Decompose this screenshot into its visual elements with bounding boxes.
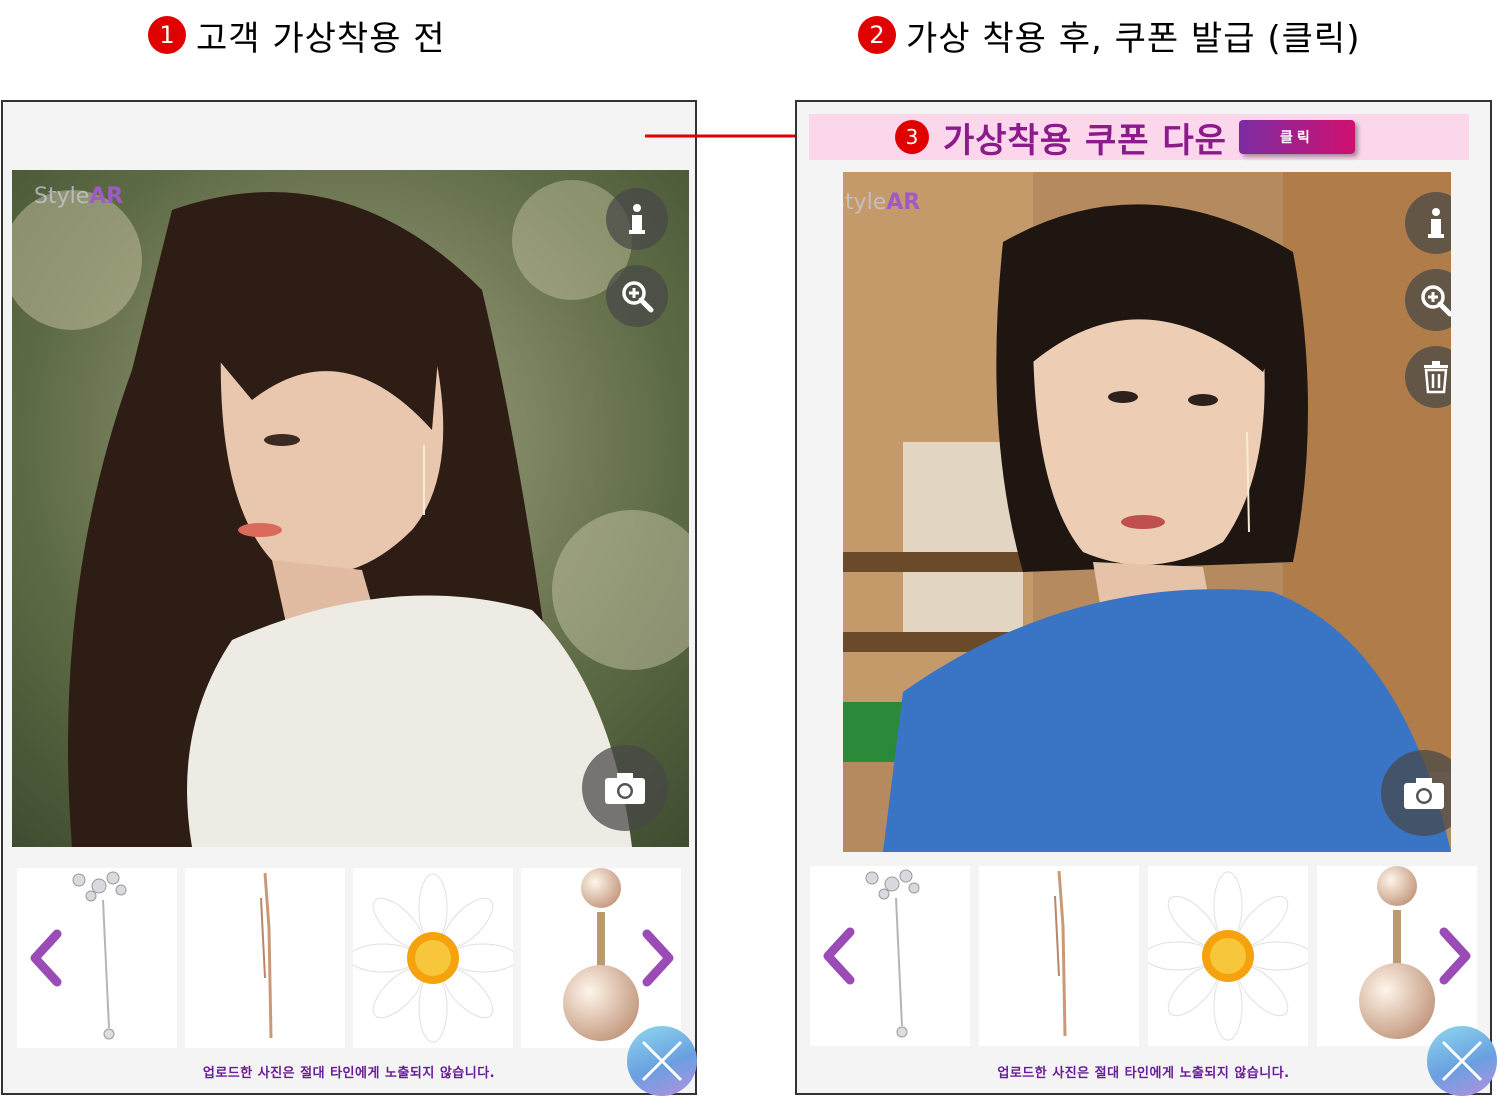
heading-before: 1 고객 가상착용 전 <box>148 12 446 59</box>
chevron-right-icon <box>642 929 674 987</box>
earring-carousel <box>810 866 1477 1046</box>
carousel-prev-button[interactable] <box>818 926 858 986</box>
zoom-in-icon <box>622 281 654 313</box>
product-thumb-daisy[interactable] <box>1148 866 1308 1046</box>
chevron-left-icon <box>823 927 855 985</box>
step-number-badge: 3 <box>895 120 929 154</box>
chevron-left-icon <box>30 929 62 987</box>
privacy-notice: 업로드한 사진은 절대 타인에게 노출되지 않습니다. <box>997 1066 1290 1081</box>
chevron-right-icon <box>1439 927 1471 985</box>
carousel-next-button[interactable] <box>1436 926 1476 986</box>
app-screen-before: StyleAR 업로드한 사진은 절대 타인에게 노출되지 않습니다. <box>1 100 697 1096</box>
privacy-notice: 업로드한 사진은 절대 타인에게 노출되지 않습니다. <box>202 1066 496 1081</box>
close-button[interactable] <box>627 1026 697 1096</box>
coupon-banner: 3 가상착용 쿠폰 다운 클릭 <box>809 114 1469 161</box>
portrait-image <box>12 170 689 847</box>
close-icon <box>1441 1040 1483 1082</box>
info-icon <box>1428 208 1444 238</box>
selfie-image <box>843 172 1451 852</box>
close-button[interactable] <box>1427 1026 1497 1096</box>
zoom-in-button[interactable] <box>606 265 668 327</box>
step-number-badge: 1 <box>148 16 186 54</box>
user-photo: StyleAR <box>843 172 1451 852</box>
heading-text: 고객 가상착용 전 <box>196 18 446 59</box>
close-icon <box>641 1040 683 1082</box>
heading-after: 2 가상 착용 후, 쿠폰 발급 (클릭) <box>858 12 1361 59</box>
app-screen-after: 3 가상착용 쿠폰 다운 클릭 StyleAR <box>795 100 1497 1096</box>
styleAR-watermark: StyleAR <box>34 184 124 209</box>
product-thumb-gold-chain[interactable] <box>979 866 1139 1046</box>
carousel-prev-button[interactable] <box>25 928 65 988</box>
product-thumb-daisy[interactable] <box>353 868 513 1048</box>
heading-text: 가상 착용 후, 쿠폰 발급 (클릭) <box>906 18 1361 59</box>
camera-button[interactable] <box>582 745 668 831</box>
camera-icon <box>605 773 645 804</box>
info-button[interactable] <box>606 188 668 250</box>
step-number-badge: 2 <box>858 16 896 54</box>
zoom-in-icon <box>1421 285 1451 317</box>
styleAR-watermark: StyleAR <box>843 190 921 215</box>
model-photo: StyleAR <box>12 170 689 847</box>
coupon-title: 가상착용 쿠폰 다운 <box>943 120 1227 161</box>
trash-icon <box>1424 361 1448 394</box>
info-icon <box>629 204 645 234</box>
camera-icon <box>1404 778 1444 809</box>
product-thumb-gold-chain[interactable] <box>185 868 345 1048</box>
earring-carousel <box>17 868 681 1048</box>
coupon-click-button[interactable]: 클릭 <box>1238 120 1355 154</box>
carousel-next-button[interactable] <box>639 928 679 988</box>
